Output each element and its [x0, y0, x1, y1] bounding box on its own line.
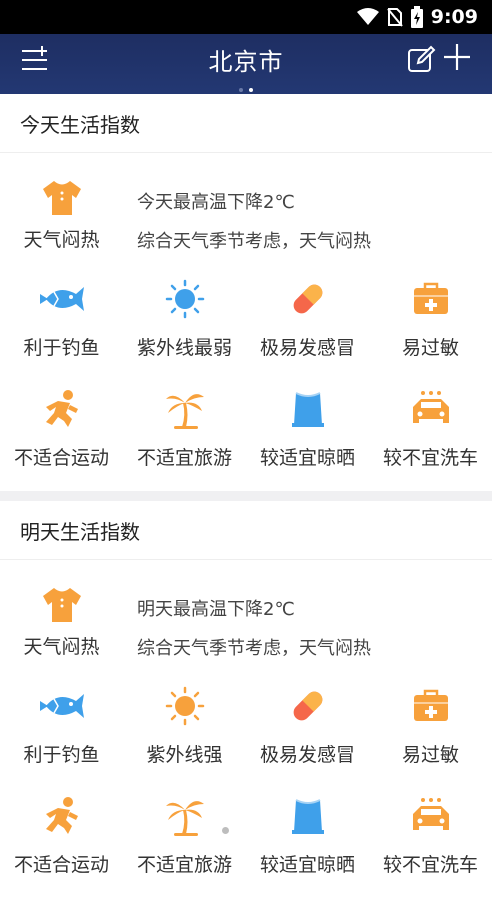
shirt-icon — [41, 179, 83, 217]
page-dot-active — [249, 88, 253, 92]
summary-label: 天气闷热 — [23, 636, 100, 658]
fish-icon — [38, 686, 86, 726]
index-drying[interactable]: 较适宜晾晒 — [246, 788, 369, 898]
index-travel[interactable]: 不适宜旅游 — [123, 788, 246, 898]
runner-icon — [42, 389, 82, 429]
car-wash-icon — [409, 796, 453, 836]
palm-tree-icon — [164, 796, 206, 836]
pill-icon — [288, 279, 328, 319]
palm-tree-icon — [164, 389, 206, 429]
index-sport[interactable]: 不适合运动 — [0, 788, 123, 898]
today-summary: 天气闷热 今天最高温下降2℃ 综合天气季节考虑，天气闷热 — [0, 153, 492, 271]
index-label: 不适宜旅游 — [136, 854, 232, 876]
index-fishing[interactable]: 利于钓鱼 — [0, 271, 123, 381]
summary-label: 天气闷热 — [23, 229, 100, 251]
index-label: 较不宜洗车 — [382, 447, 478, 469]
index-label: 易过敏 — [401, 744, 459, 766]
page-indicator — [0, 88, 492, 92]
status-time: 9:09 — [430, 6, 478, 28]
medkit-icon — [412, 686, 450, 726]
index-carwash[interactable]: 较不宜洗车 — [369, 381, 492, 491]
index-allergy[interactable]: 易过敏 — [369, 678, 492, 788]
edit-icon[interactable] — [406, 44, 436, 74]
pill-icon — [288, 686, 328, 726]
top-app-bar: 北京市 — [0, 34, 492, 94]
tomorrow-summary: 天气闷热 明天最高温下降2℃ 综合天气季节考虑，天气闷热 — [0, 560, 492, 678]
summary-line-advice: 综合天气季节考虑，天气闷热 — [137, 231, 371, 252]
section-divider — [0, 491, 492, 501]
sun-icon — [165, 279, 205, 319]
page-dot — [239, 88, 243, 92]
no-sim-icon — [386, 8, 403, 27]
battery-icon — [410, 6, 423, 28]
index-drying[interactable]: 较适宜晾晒 — [246, 381, 369, 491]
car-wash-icon — [409, 389, 453, 429]
index-label: 不适宜旅游 — [136, 447, 232, 469]
fish-icon — [38, 279, 86, 319]
index-label: 易过敏 — [401, 337, 459, 359]
index-label: 利于钓鱼 — [23, 744, 100, 766]
today-index-row-2: 不适合运动 不适宜旅游 较适宜晾晒 较不宜洗车 — [0, 381, 492, 491]
index-uv[interactable]: 紫外线最弱 — [123, 271, 246, 381]
index-label: 利于钓鱼 — [23, 337, 100, 359]
index-label: 紫外线最弱 — [136, 337, 232, 359]
index-allergy[interactable]: 易过敏 — [369, 271, 492, 381]
index-travel[interactable]: 不适宜旅游 — [123, 381, 246, 491]
shirt-icon — [41, 586, 83, 624]
index-label: 极易发感冒 — [259, 337, 355, 359]
add-icon[interactable] — [442, 42, 472, 72]
index-label: 极易发感冒 — [259, 744, 355, 766]
scroll-indicator-dot — [222, 827, 229, 834]
today-section-title: 今天生活指数 — [0, 94, 492, 153]
index-sport[interactable]: 不适合运动 — [0, 381, 123, 491]
today-index-row-1: 利于钓鱼 紫外线最弱 极易发感冒 易过敏 — [0, 271, 492, 381]
index-label: 紫外线强 — [146, 744, 223, 766]
wifi-icon — [356, 8, 379, 25]
index-label: 较不宜洗车 — [382, 854, 478, 876]
index-cold[interactable]: 极易发感冒 — [246, 271, 369, 381]
index-label: 不适合运动 — [13, 447, 109, 469]
index-fishing[interactable]: 利于钓鱼 — [0, 678, 123, 788]
index-uv[interactable]: 紫外线强 — [123, 678, 246, 788]
tomorrow-index-row-2: 不适合运动 不适宜旅游 较适宜晾晒 较不宜洗车 — [0, 788, 492, 898]
factory-icon — [290, 796, 326, 836]
index-cold[interactable]: 极易发感冒 — [246, 678, 369, 788]
factory-icon — [290, 389, 326, 429]
status-bar: 9:09 — [0, 0, 492, 34]
index-label: 不适合运动 — [13, 854, 109, 876]
tomorrow-index-row-1: 利于钓鱼 紫外线强 极易发感冒 易过敏 — [0, 678, 492, 788]
sun-icon — [165, 686, 205, 726]
summary-line-temperature: 今天最高温下降2℃ — [137, 192, 295, 213]
index-carwash[interactable]: 较不宜洗车 — [369, 788, 492, 898]
summary-line-advice: 综合天气季节考虑，天气闷热 — [137, 638, 371, 659]
index-label: 较适宜晾晒 — [259, 447, 355, 469]
medkit-icon — [412, 279, 450, 319]
runner-icon — [42, 796, 82, 836]
summary-line-temperature: 明天最高温下降2℃ — [137, 599, 295, 620]
index-label: 较适宜晾晒 — [259, 854, 355, 876]
tomorrow-section-title: 明天生活指数 — [0, 501, 492, 560]
